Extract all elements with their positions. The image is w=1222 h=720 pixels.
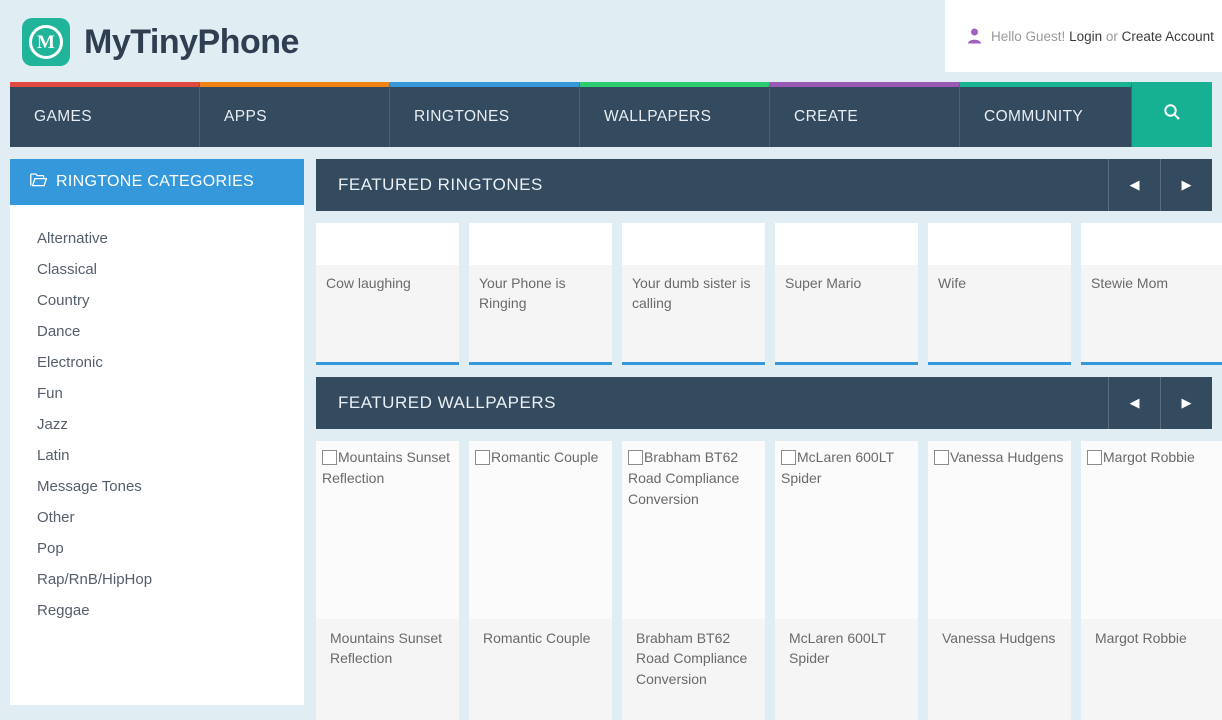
featured-wallpapers-header: FEATURED WALLPAPERS ◀ ▶ [316, 377, 1212, 429]
sidebar-item-message-tones[interactable]: Message Tones [10, 471, 304, 502]
ringtone-thumbnail [622, 223, 765, 265]
ringtone-card[interactable]: Wife [928, 223, 1071, 365]
wallpaper-title: Vanessa Hudgens [942, 630, 1056, 646]
wallpaper-title: McLaren 600LT Spider [789, 630, 886, 667]
account-area: Hello Guest! Login or Create Account [945, 0, 1222, 72]
wallpaper-title: Mountains Sunset Reflection [330, 630, 443, 667]
ringtone-card[interactable]: Your Phone is Ringing [469, 223, 612, 365]
sidebar: RINGTONE CATEGORIES Alternative Classica… [10, 159, 304, 720]
ringtone-title: Wife [938, 275, 966, 291]
wallpaper-title: Romantic Couple [483, 630, 591, 646]
ringtone-title: Your dumb sister is calling [632, 275, 751, 312]
featured-ringtones-header: FEATURED RINGTONES ◀ ▶ [316, 159, 1212, 211]
create-account-link[interactable]: Create Account [1122, 29, 1214, 44]
wallpaper-alt-text: Margot Robbie [1103, 449, 1195, 465]
broken-image-icon [322, 450, 337, 465]
wallpaper-thumbnail: Margot Robbie [1081, 441, 1222, 619]
sidebar-item-classical[interactable]: Classical [10, 254, 304, 285]
wallpaper-card[interactable]: Vanessa Hudgens Vanessa Hudgens [928, 441, 1071, 720]
login-link[interactable]: Login [1069, 29, 1102, 44]
or-text: or [1102, 28, 1122, 44]
page-content: RINGTONE CATEGORIES Alternative Classica… [0, 147, 1222, 720]
ringtone-card[interactable]: Cow laughing [316, 223, 459, 365]
logo-letter: M [29, 25, 63, 59]
ringtone-thumbnail [1081, 223, 1222, 265]
wallpaper-thumbnail: Mountains Sunset Reflection [316, 441, 459, 619]
wallpaper-card[interactable]: Mountains Sunset Reflection Mountains Su… [316, 441, 459, 720]
search-button[interactable] [1132, 82, 1212, 147]
wallpaper-card[interactable]: Brabham BT62 Road Compliance Conversion … [622, 441, 765, 720]
featured-wallpapers-title: FEATURED WALLPAPERS [338, 393, 556, 412]
user-icon [967, 28, 982, 44]
wallpaper-title: Margot Robbie [1095, 630, 1187, 646]
wallpaper-card[interactable]: Margot Robbie Margot Robbie [1081, 441, 1222, 720]
wallpaper-thumbnail: Brabham BT62 Road Compliance Conversion [622, 441, 765, 619]
ringtone-title: Stewie Mom [1091, 275, 1169, 291]
ringtone-title: Cow laughing [326, 275, 411, 291]
sidebar-category-list: Alternative Classical Country Dance Elec… [10, 205, 304, 705]
folder-open-icon [30, 172, 48, 192]
sidebar-item-pop[interactable]: Pop [10, 533, 304, 564]
sidebar-item-dance[interactable]: Dance [10, 316, 304, 347]
broken-image-icon [475, 450, 490, 465]
sidebar-header: RINGTONE CATEGORIES [10, 159, 304, 205]
chevron-right-icon[interactable]: ▶ [1160, 159, 1212, 211]
ringtone-title: Your Phone is Ringing [479, 275, 566, 312]
featured-wallpapers-list: Mountains Sunset Reflection Mountains Su… [316, 441, 1222, 720]
nav-item-create[interactable]: CREATE [770, 82, 960, 147]
sidebar-item-latin[interactable]: Latin [10, 440, 304, 471]
sidebar-item-rap-rnb-hiphop[interactable]: Rap/RnB/HipHop [10, 564, 304, 595]
ringtone-thumbnail [928, 223, 1071, 265]
account-greeting: Hello Guest! Login or Create Account [991, 29, 1214, 44]
chevron-left-icon[interactable]: ◀ [1108, 159, 1160, 211]
featured-ringtones-title: FEATURED RINGTONES [338, 175, 543, 194]
logo-badge-icon: M [22, 18, 70, 66]
chevron-right-icon[interactable]: ▶ [1160, 377, 1212, 429]
wallpaper-alt-text: Mountains Sunset Reflection [322, 449, 451, 486]
chevron-left-icon[interactable]: ◀ [1108, 377, 1160, 429]
ringtone-title: Super Mario [785, 275, 862, 291]
wallpaper-thumbnail: Vanessa Hudgens [928, 441, 1071, 619]
nav-item-community[interactable]: COMMUNITY [960, 82, 1132, 147]
broken-image-icon [628, 450, 643, 465]
broken-image-icon [1087, 450, 1102, 465]
brand-name: MyTinyPhone [84, 22, 299, 61]
sidebar-title: RINGTONE CATEGORIES [56, 173, 255, 190]
ringtone-thumbnail [316, 223, 459, 265]
sidebar-item-electronic[interactable]: Electronic [10, 347, 304, 378]
sidebar-item-jazz[interactable]: Jazz [10, 409, 304, 440]
wallpaper-thumbnail: McLaren 600LT Spider [775, 441, 918, 619]
featured-ringtones-list: Cow laughing Your Phone is Ringing Your … [316, 223, 1222, 365]
wallpaper-title: Brabham BT62 Road Compliance Conversion [636, 630, 748, 687]
ringtone-card[interactable]: Stewie Mom [1081, 223, 1222, 365]
wallpaper-thumbnail: Romantic Couple [469, 441, 612, 619]
sidebar-item-country[interactable]: Country [10, 285, 304, 316]
wallpaper-alt-text: Romantic Couple [491, 449, 599, 465]
nav-item-games[interactable]: GAMES [10, 82, 200, 147]
wallpaper-alt-text: McLaren 600LT Spider [781, 449, 894, 486]
wallpaper-alt-text: Brabham BT62 Road Compliance Conversion [628, 449, 740, 507]
wallpaper-alt-text: Vanessa Hudgens [950, 449, 1064, 465]
ringtone-card[interactable]: Super Mario [775, 223, 918, 365]
ringtone-thumbnail [469, 223, 612, 265]
ringtone-thumbnail [775, 223, 918, 265]
search-icon [1163, 103, 1181, 126]
main-column: FEATURED RINGTONES ◀ ▶ Cow laughing Your… [316, 159, 1222, 720]
greeting-text: Hello Guest! [991, 28, 1066, 44]
site-logo[interactable]: M MyTinyPhone [22, 18, 299, 66]
main-navigation: GAMES APPS RINGTONES WALLPAPERS CREATE C… [10, 82, 1212, 147]
ringtone-card[interactable]: Your dumb sister is calling [622, 223, 765, 365]
nav-item-wallpapers[interactable]: WALLPAPERS [580, 82, 770, 147]
sidebar-item-alternative[interactable]: Alternative [10, 223, 304, 254]
sidebar-item-reggae[interactable]: Reggae [10, 595, 304, 626]
nav-item-ringtones[interactable]: RINGTONES [390, 82, 580, 147]
broken-image-icon [781, 450, 796, 465]
broken-image-icon [934, 450, 949, 465]
sidebar-item-fun[interactable]: Fun [10, 378, 304, 409]
sidebar-item-other[interactable]: Other [10, 502, 304, 533]
wallpaper-card[interactable]: McLaren 600LT Spider McLaren 600LT Spide… [775, 441, 918, 720]
page-header: M MyTinyPhone Hello Guest! Login or Crea… [0, 0, 1222, 82]
wallpaper-card[interactable]: Romantic Couple Romantic Couple [469, 441, 612, 720]
nav-item-apps[interactable]: APPS [200, 82, 390, 147]
